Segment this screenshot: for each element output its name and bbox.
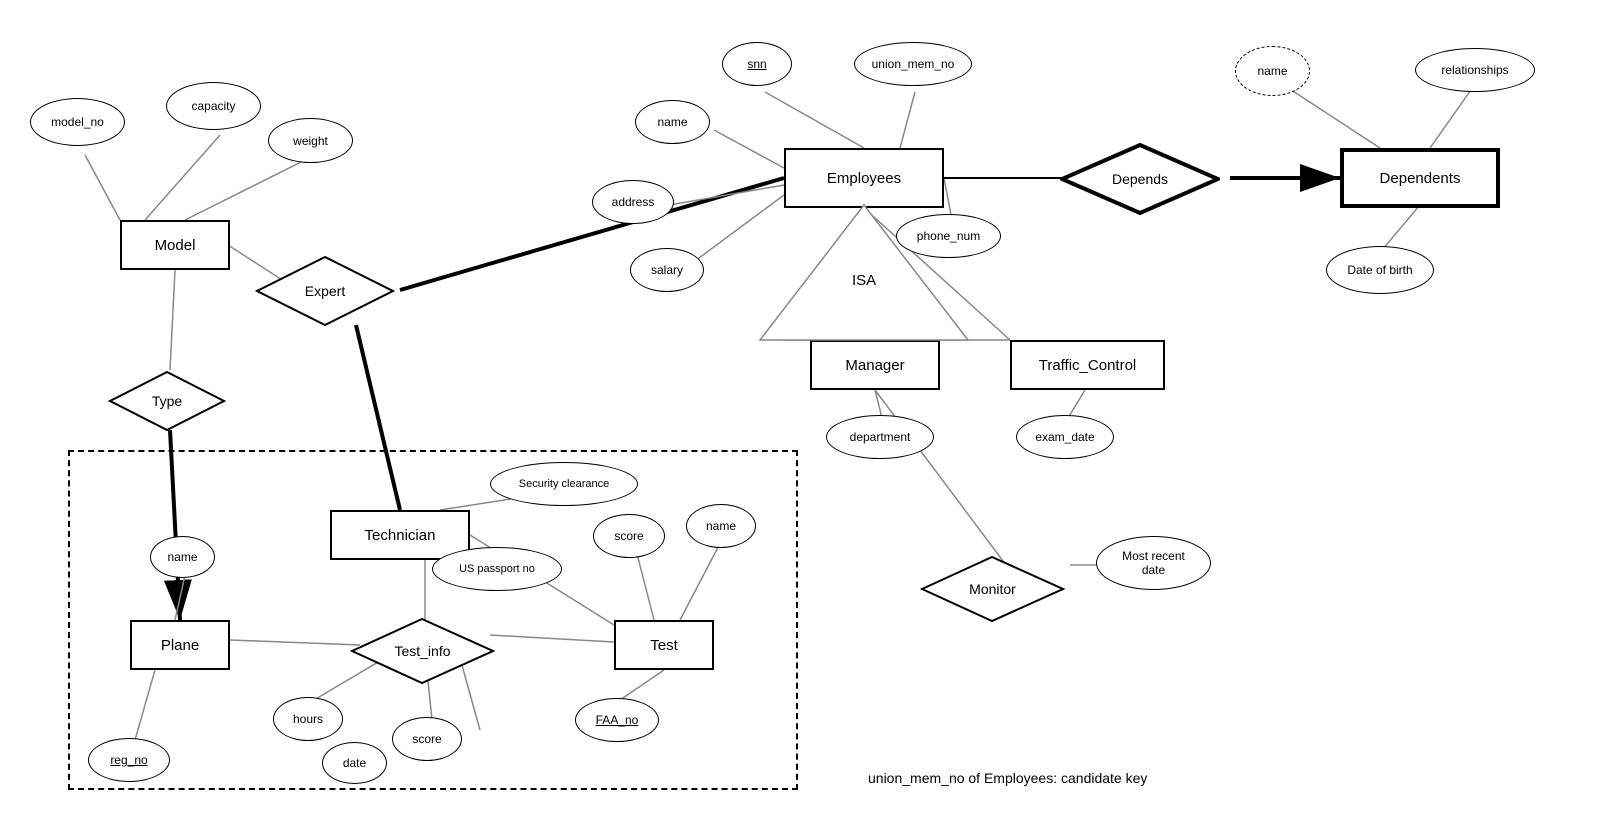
entity-technician: Technician: [330, 510, 470, 560]
er-diagram: Model Employees Manager Traffic_Control …: [0, 0, 1602, 828]
attr-department: department: [826, 415, 934, 459]
attr-date: date: [322, 742, 387, 784]
entity-dependents: Dependents: [1340, 148, 1500, 208]
svg-text:ISA: ISA: [852, 272, 876, 289]
attr-exam-date: exam_date: [1016, 415, 1114, 459]
attr-relationships: relationships: [1415, 48, 1535, 92]
attr-us-passport: US passport no: [432, 547, 562, 591]
attr-most-recent-date: Most recentdate: [1096, 536, 1211, 590]
diamond-depends: Depends: [1060, 143, 1220, 215]
entity-model: Model: [120, 220, 230, 270]
attr-test-name: name: [686, 504, 756, 548]
attr-salary: salary: [630, 248, 704, 292]
attr-dep-name: name: [1235, 46, 1310, 96]
attr-test-score: score: [593, 514, 665, 558]
attr-faa-no: FAA_no: [575, 698, 659, 742]
entity-test: Test: [614, 620, 714, 670]
attr-reg-no: reg_no: [88, 738, 170, 782]
diamond-type: Type: [108, 370, 226, 432]
attr-plane-name: name: [150, 536, 215, 578]
attr-capacity: capacity: [166, 82, 261, 130]
entity-manager: Manager: [810, 340, 940, 390]
attr-address: address: [592, 180, 674, 224]
entity-plane: Plane: [130, 620, 230, 670]
note-candidate-key: union_mem_no of Employees: candidate key: [868, 770, 1147, 786]
diamond-expert: Expert: [255, 255, 395, 327]
attr-weight: weight: [268, 118, 353, 163]
attr-ti-score: score: [392, 717, 462, 761]
diamond-monitor: Monitor: [920, 555, 1065, 623]
diamond-test-info: Test_info: [350, 617, 495, 685]
attr-model-no: model_no: [30, 98, 125, 146]
attr-emp-name: name: [635, 100, 710, 144]
attr-date-of-birth: Date of birth: [1326, 246, 1434, 294]
attr-union-mem-no: union_mem_no: [854, 42, 972, 86]
attr-hours: hours: [273, 697, 343, 741]
entity-employees: Employees: [784, 148, 944, 208]
attr-phone-num: phone_num: [896, 214, 1001, 258]
attr-snn: snn: [722, 42, 792, 86]
entity-traffic-control: Traffic_Control: [1010, 340, 1165, 390]
attr-security-clearance: Security clearance: [490, 462, 638, 506]
